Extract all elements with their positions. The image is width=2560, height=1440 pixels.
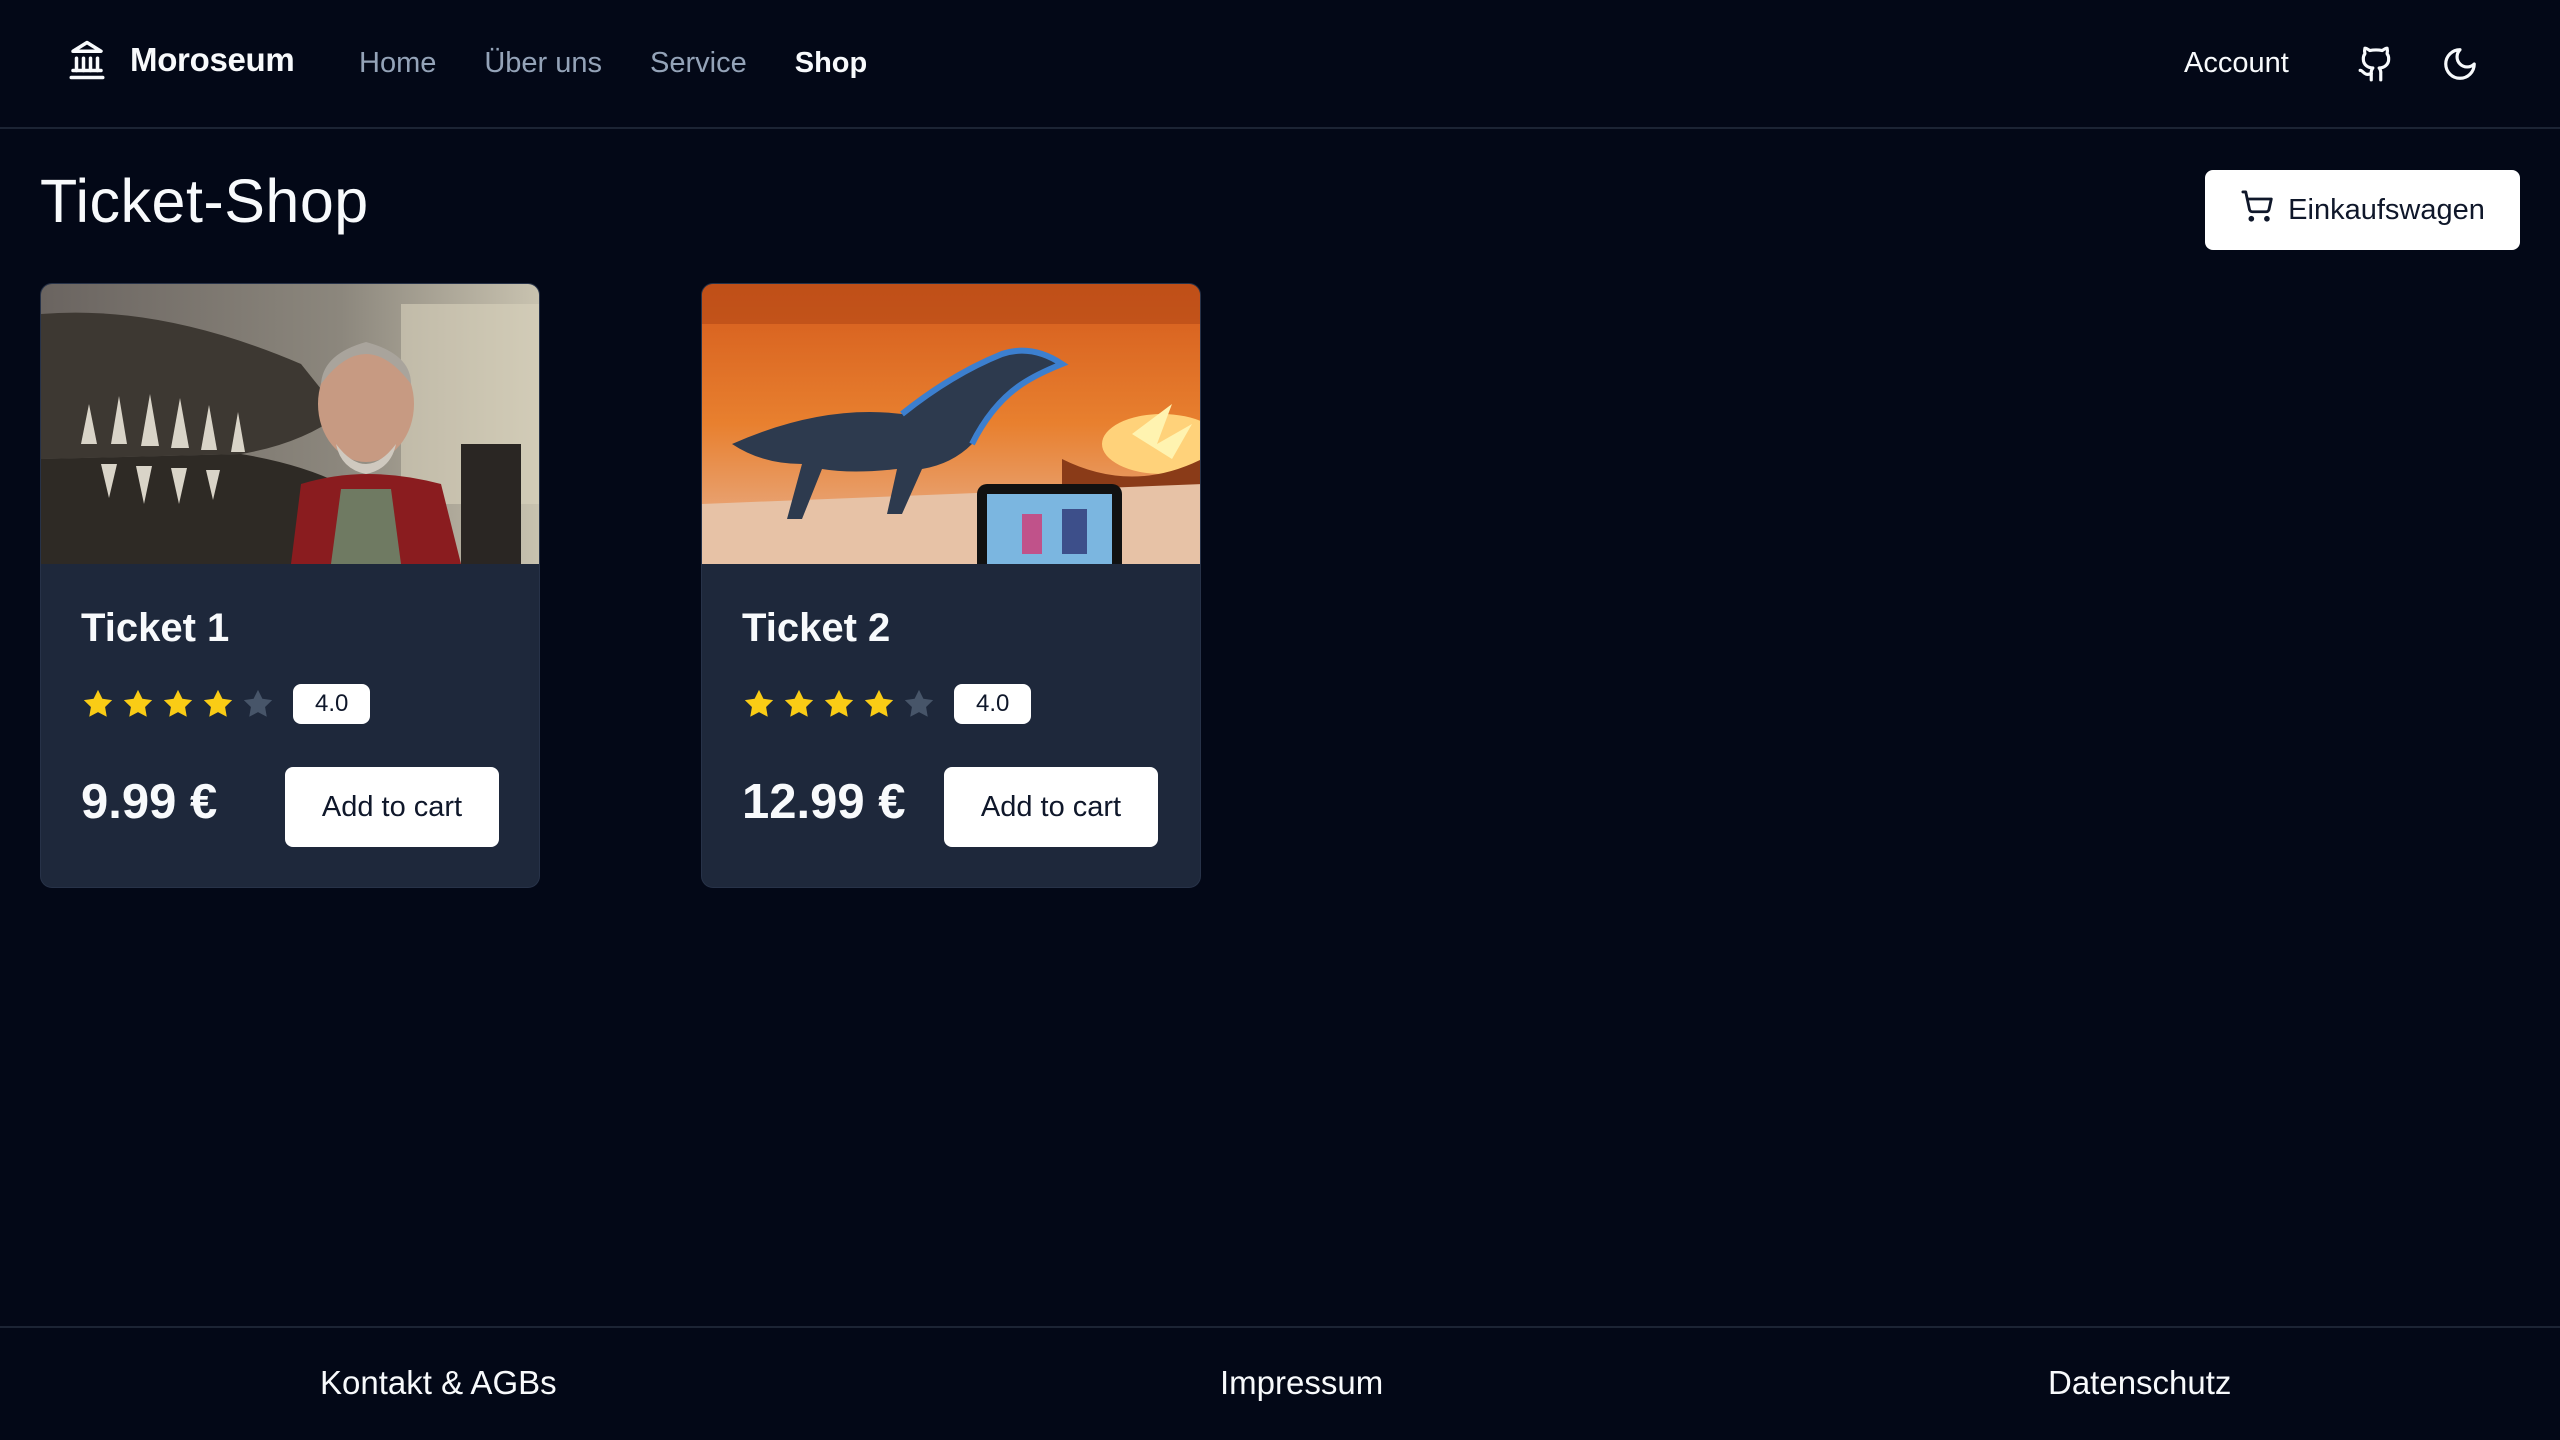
- add-to-cart-button[interactable]: Add to cart: [944, 767, 1158, 847]
- brand-name: Moroseum: [130, 41, 295, 78]
- footer-link-imprint[interactable]: Impressum: [1220, 1364, 1383, 1402]
- product-title: Ticket 2: [742, 606, 891, 650]
- star-filled-icon: [864, 689, 894, 717]
- star-empty-icon: [243, 689, 273, 717]
- top-navbar: Moroseum Home Über uns Service Shop Acco…: [0, 0, 2560, 129]
- product-price: 12.99 €: [742, 775, 906, 829]
- moon-icon[interactable]: [2438, 42, 2482, 86]
- nav-home[interactable]: Home: [359, 47, 436, 80]
- cart-button[interactable]: Einkaufswagen: [2205, 170, 2520, 250]
- footer: Kontakt & AGBs Impressum Datenschutz: [0, 1326, 2560, 1440]
- rating-badge: 4.0: [293, 684, 371, 724]
- star-filled-icon: [784, 689, 814, 717]
- star-rating: 4.0: [81, 684, 371, 724]
- rating-badge: 4.0: [954, 684, 1032, 724]
- star-filled-icon: [83, 689, 113, 717]
- product-card: Ticket 1 4.0 9.99 € Add to cart: [40, 283, 540, 888]
- star-filled-icon: [163, 689, 193, 717]
- cart-button-label: Einkaufswagen: [2288, 193, 2485, 226]
- nav-about[interactable]: Über uns: [484, 47, 602, 80]
- product-title: Ticket 1: [81, 606, 230, 650]
- star-empty-icon: [904, 689, 934, 717]
- shopping-cart-icon: [2240, 189, 2274, 231]
- main-nav: Home Über uns Service Shop: [359, 47, 867, 80]
- star-filled-icon: [744, 689, 774, 717]
- star-filled-icon: [203, 689, 233, 717]
- brand-logo[interactable]: Moroseum: [66, 38, 295, 82]
- museum-icon: [66, 38, 108, 82]
- github-icon[interactable]: [2354, 42, 2398, 86]
- footer-link-contact[interactable]: Kontakt & AGBs: [320, 1364, 557, 1402]
- account-link[interactable]: Account: [2184, 47, 2289, 80]
- star-filled-icon: [824, 689, 854, 717]
- nav-service[interactable]: Service: [650, 47, 747, 80]
- add-to-cart-button[interactable]: Add to cart: [285, 767, 499, 847]
- star-rating: 4.0: [742, 684, 1032, 724]
- nav-shop[interactable]: Shop: [795, 47, 868, 80]
- product-price: 9.99 €: [81, 775, 218, 829]
- page-title: Ticket-Shop: [40, 167, 369, 235]
- star-filled-icon: [123, 689, 153, 717]
- product-image: [41, 284, 539, 564]
- product-image: [702, 284, 1200, 564]
- product-card: Ticket 2 4.0 12.99 € Add to cart: [701, 283, 1201, 888]
- footer-link-privacy[interactable]: Datenschutz: [2048, 1364, 2231, 1402]
